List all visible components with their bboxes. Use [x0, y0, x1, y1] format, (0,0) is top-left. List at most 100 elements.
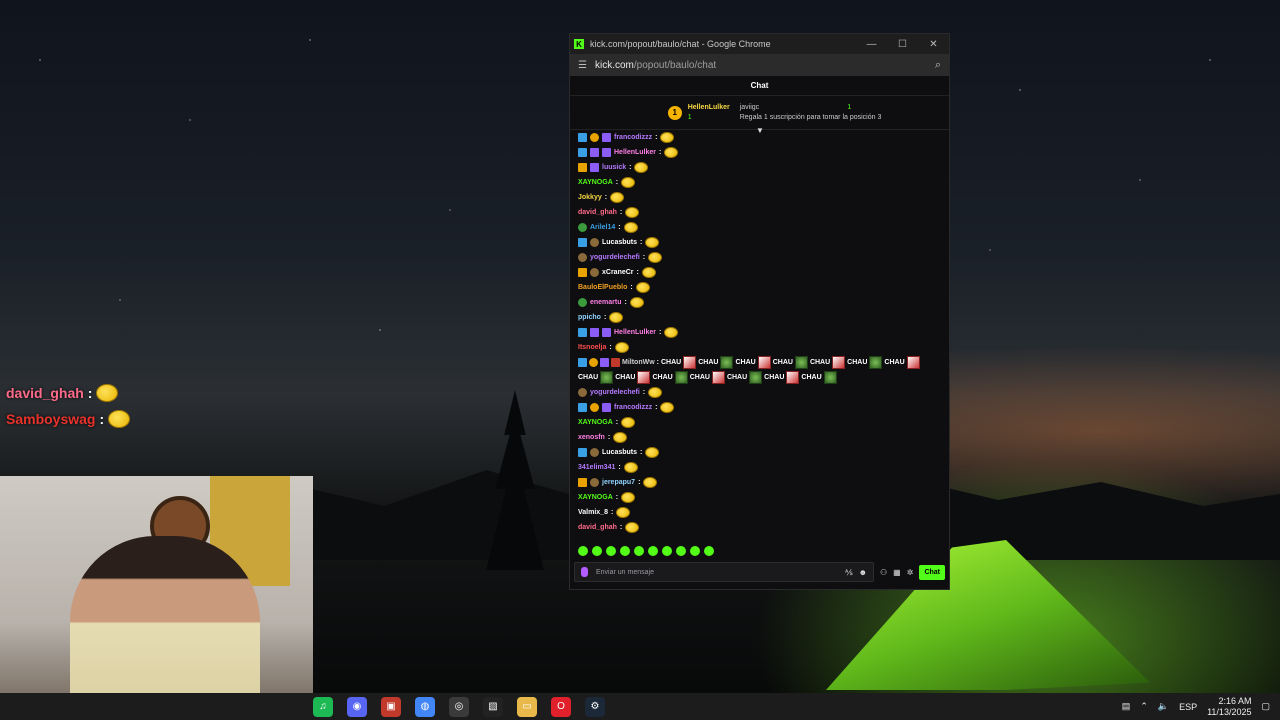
badge-icon [578, 253, 587, 262]
message-separator: : [640, 239, 643, 246]
emote-icon [660, 402, 675, 413]
chat-username[interactable]: 341elim341 [578, 464, 615, 471]
opera-icon[interactable]: O [551, 696, 571, 717]
message-separator: : [642, 254, 646, 261]
settings-icon[interactable]: ✲ [907, 568, 914, 577]
chat-username[interactable]: david_ghah [578, 524, 617, 531]
window-titlebar[interactable]: K kick.com/popout/baulo/chat - Google Ch… [570, 34, 949, 54]
file-explorer-icon[interactable]: ▭ [517, 696, 537, 717]
chat-username[interactable]: Itsnoelja [578, 344, 606, 351]
chat-username[interactable]: Lucasbuts [602, 449, 637, 456]
emote-icon [621, 417, 636, 428]
users-icon[interactable]: ⚇ [880, 568, 887, 577]
steam-icon[interactable]: ⚙ [585, 696, 605, 717]
send-chat-button[interactable]: Chat [919, 564, 945, 580]
message-separator: : [609, 344, 612, 351]
chau-word: CHAU [698, 358, 719, 366]
chat-username[interactable]: MiltonWw [622, 358, 655, 368]
badge-icon [578, 238, 587, 247]
clock-time: 2:16 AM [1218, 695, 1252, 706]
clock-date: 11/13/2025 [1207, 706, 1252, 717]
chat-username[interactable]: Jokkyy [578, 194, 602, 201]
mic-icon[interactable] [581, 567, 588, 577]
store-icon[interactable]: ▦ [893, 568, 901, 577]
video-app-icon[interactable]: ▣ [381, 696, 401, 717]
emote-icon [108, 410, 131, 428]
chat-username[interactable]: Valmix_8 [578, 509, 608, 516]
quick-emote-icon[interactable] [620, 546, 630, 556]
chau-word: CHAU [652, 373, 673, 381]
discord-icon[interactable]: ◉ [347, 696, 367, 717]
gift-prompt: Regala 1 suscripción para tomar la posic… [739, 114, 882, 121]
maximize-button[interactable]: ☐ [887, 39, 918, 50]
spotify-icon[interactable]: ♫ [313, 696, 333, 717]
quick-emote-icon[interactable] [578, 546, 588, 556]
address-bar[interactable]: ☰ kick.com/popout/baulo/chat ⌕ [570, 54, 949, 76]
quick-emote-icon[interactable] [606, 546, 616, 556]
leaderboard-user[interactable]: HellenLulker [688, 104, 730, 111]
quick-emote-icon[interactable] [648, 546, 658, 556]
chat-username[interactable]: yogurdelechefi [590, 254, 640, 261]
clock[interactable]: 2:16 AM 11/13/2025 [1207, 696, 1251, 718]
quick-emote-icon[interactable] [592, 546, 602, 556]
minimize-button[interactable]: — [856, 39, 887, 50]
chat-username[interactable]: Arilel14 [590, 224, 615, 231]
zoom-icon[interactable]: ⌕ [935, 59, 941, 72]
chat-username[interactable]: XAYNOGA [578, 179, 613, 186]
badge-icon [602, 328, 611, 337]
overlay-username: Samboyswag [6, 411, 96, 427]
message-separator: : [636, 269, 639, 276]
chat-username[interactable]: yogurdelechefi [590, 389, 640, 396]
chat-username[interactable]: BauloElPueblo [578, 284, 627, 291]
quick-emote-icon[interactable] [634, 546, 644, 556]
quick-emote-icon[interactable] [704, 546, 714, 556]
chat-message: BauloElPueblo: [578, 280, 941, 295]
badge-icon [589, 358, 598, 367]
notifications-icon[interactable]: ▢ [1261, 701, 1270, 712]
emote-icon [96, 384, 119, 402]
chat-username[interactable]: HellenLulker [614, 149, 656, 156]
chat-messages[interactable]: francodizzz: HellenLulker: luusick: XAYNOGA… [570, 130, 949, 544]
quick-emote-icon[interactable] [690, 546, 700, 556]
quick-emote-icon[interactable] [662, 546, 672, 556]
emoji-icon[interactable]: ☻ [859, 568, 867, 577]
badge-icon [578, 403, 587, 412]
volume-icon[interactable]: 🔈 [1158, 701, 1169, 712]
chrome-icon[interactable]: ◍ [415, 696, 435, 717]
site-settings-icon[interactable]: ☰ [578, 60, 587, 71]
capcut-icon[interactable]: ▧ [483, 696, 503, 717]
keyboard-icon[interactable]: ▤ [1122, 701, 1131, 712]
chat-username[interactable]: xenosfn [578, 434, 605, 441]
chat-username[interactable]: xCraneCr [602, 269, 634, 276]
sticker-icon [637, 371, 651, 384]
close-button[interactable]: ✕ [918, 39, 949, 50]
chevron-up-icon[interactable]: ⌃ [1140, 701, 1148, 712]
chat-message: Jokkyy: [578, 190, 941, 205]
chat-username[interactable]: ppicho [578, 314, 601, 321]
message-separator: : [603, 314, 607, 321]
chat-username[interactable]: XAYNOGA [578, 419, 613, 426]
chat-username[interactable]: Lucasbuts [602, 239, 637, 246]
chat-username[interactable]: enemartu [590, 299, 622, 306]
quick-emote-icon[interactable] [676, 546, 686, 556]
chrome-popout-window: K kick.com/popout/baulo/chat - Google Ch… [569, 33, 950, 590]
chat-message: francodizzz: [578, 400, 941, 415]
language-indicator[interactable]: ESP [1179, 702, 1197, 712]
message-separator: : [656, 358, 659, 366]
message-separator: : [638, 479, 641, 486]
chat-username[interactable]: francodizzz [614, 134, 652, 141]
obs-icon[interactable]: ◎ [449, 696, 469, 717]
chat-username[interactable]: luusick [602, 164, 626, 171]
chat-username[interactable]: HellenLulker [614, 329, 656, 336]
chat-input[interactable]: Enviar un mensaje ⅍ ☻ [574, 562, 874, 582]
message-separator: : [615, 179, 619, 186]
emote-icon [648, 387, 663, 398]
chat-username[interactable]: david_ghah [578, 209, 617, 216]
chat-username[interactable]: francodizzz [614, 404, 652, 411]
message-separator: : [604, 194, 608, 201]
badge-icon [590, 448, 599, 457]
chat-username[interactable]: XAYNOGA [578, 494, 613, 501]
sticker-icon [832, 356, 846, 369]
translate-icon[interactable]: ⅍ [845, 568, 853, 577]
chat-username[interactable]: jerepapu7 [602, 479, 635, 486]
